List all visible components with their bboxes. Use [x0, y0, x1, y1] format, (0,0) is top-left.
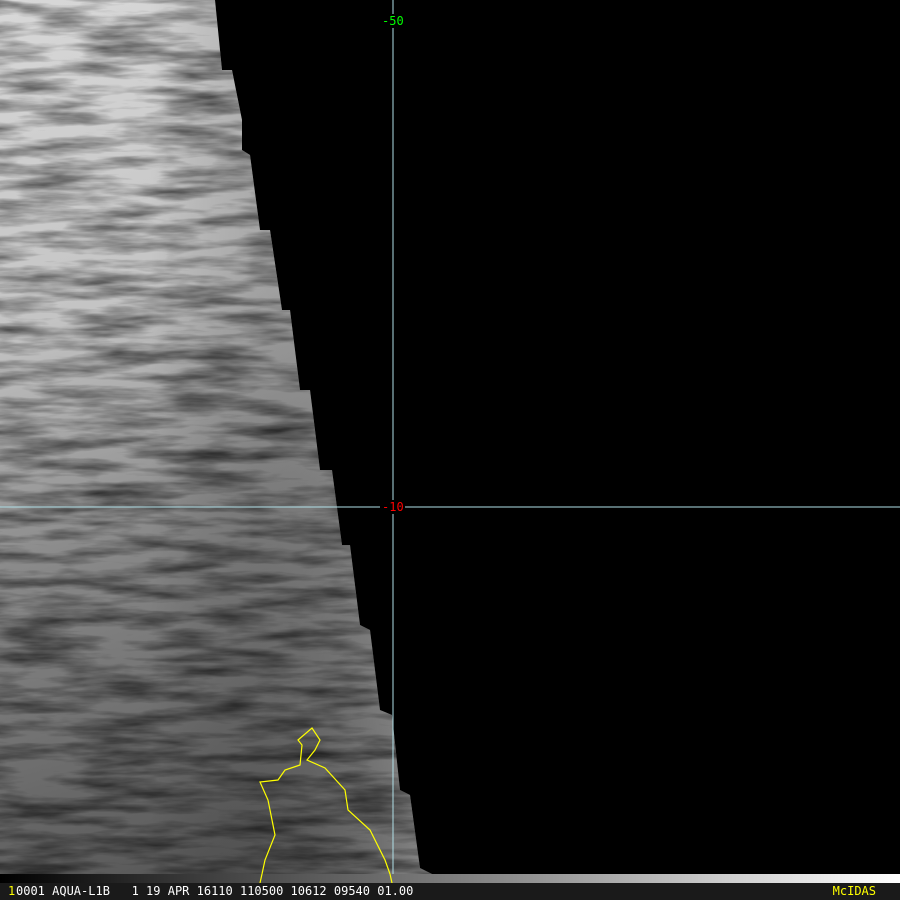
grayscale-color-bar: [0, 874, 900, 883]
satellite-image: [0, 0, 900, 874]
image-info: 0001 AQUA-L1B 1 19 APR 16110 110500 1061…: [16, 884, 414, 898]
status-bar: 1 0001 AQUA-L1B 1 19 APR 16110 110500 10…: [0, 883, 900, 900]
frame-number: 1: [8, 884, 16, 898]
cloud-swath: [0, 0, 432, 874]
mcidas-brand: McIDAS: [832, 884, 876, 898]
longitude-label: -10: [381, 500, 405, 514]
satellite-image-viewer: -50 -10 1 0001 AQUA-L1B 1 19 APR 16110 1…: [0, 0, 900, 900]
latitude-label: -50: [381, 14, 405, 28]
